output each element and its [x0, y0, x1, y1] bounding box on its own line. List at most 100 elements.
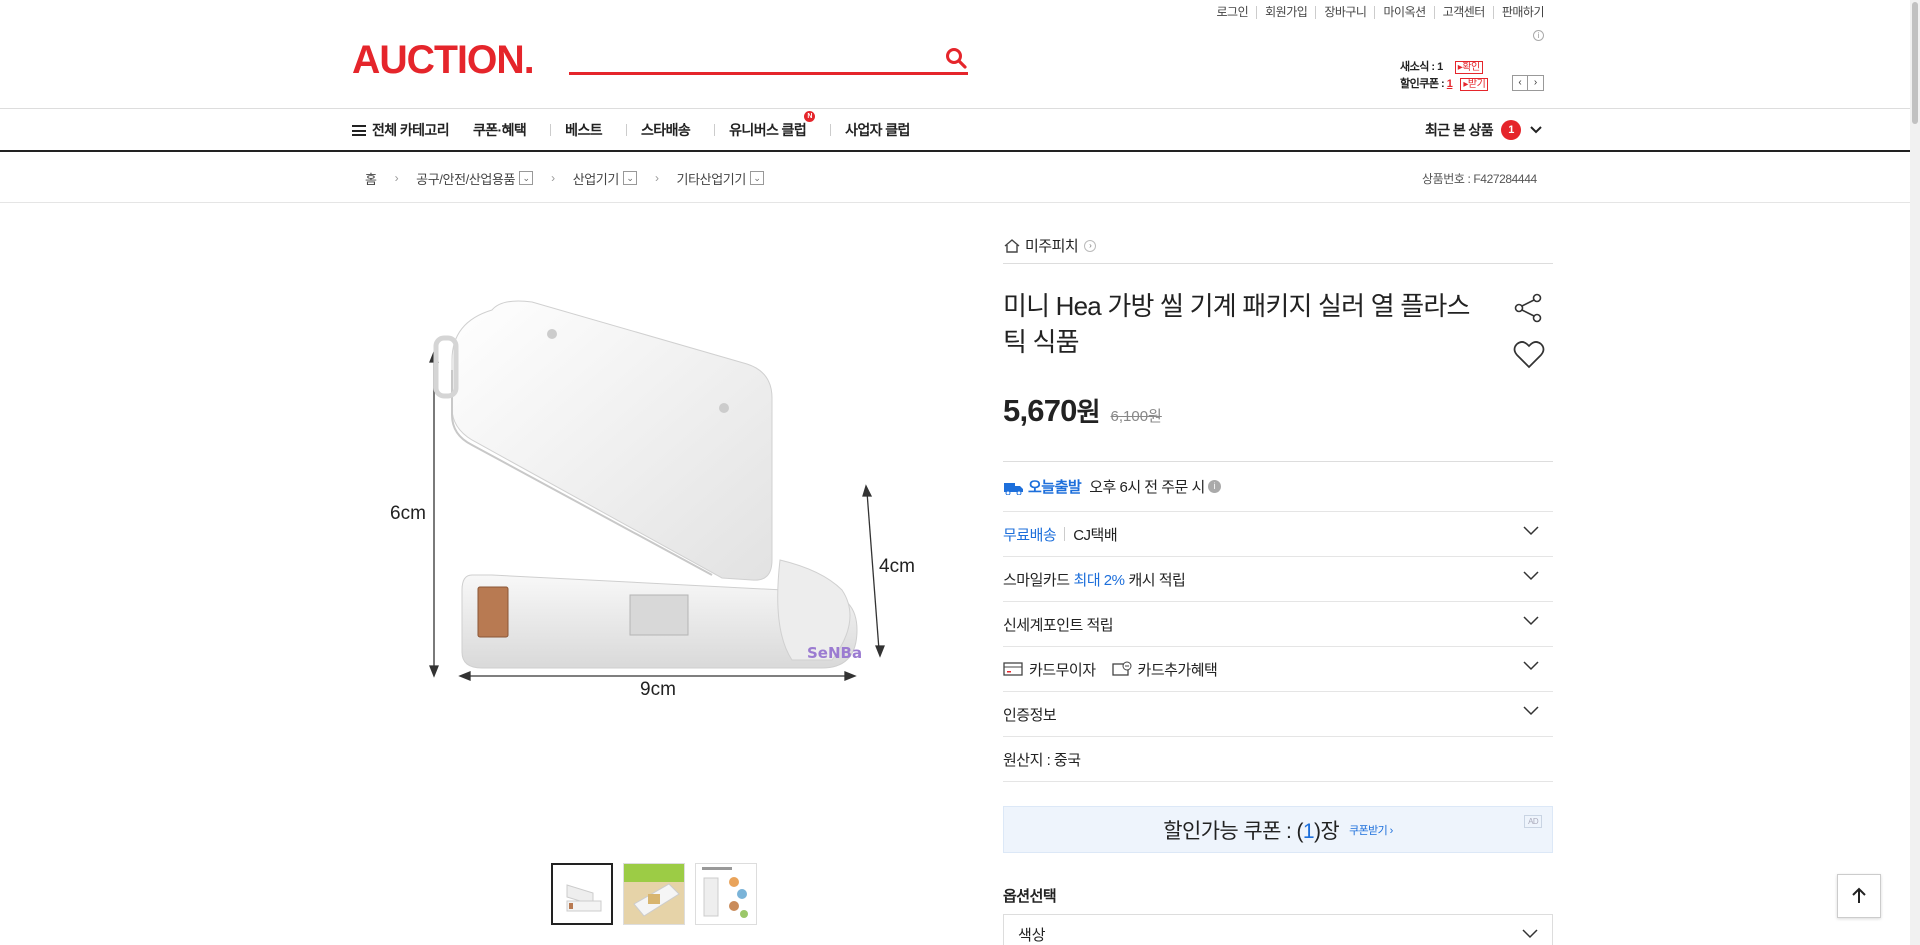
product-number: 상품번호 : F427284444	[1422, 172, 1537, 186]
dropdown-icon[interactable]: ⌄	[519, 171, 534, 185]
sale-price: 5,670	[1003, 393, 1077, 428]
heart-icon[interactable]	[1513, 340, 1545, 370]
thumbnail-1[interactable]	[551, 863, 613, 925]
smilecard-label: 스마일카드	[1003, 571, 1070, 589]
info-icon[interactable]: i	[1533, 30, 1544, 41]
fast-delivery-icon	[1004, 482, 1023, 495]
certification-label: 인증정보	[1003, 706, 1057, 724]
card-extra-label: 카드추가혜택	[1137, 661, 1218, 679]
nav-business-club[interactable]: 사업자 클럽	[845, 120, 910, 140]
width-label: 9cm	[640, 679, 676, 700]
nav-universe-club[interactable]: 유니버스 클럽 N	[729, 111, 816, 140]
product-main-image[interactable]: 6cm 4cm 9cm SeNBa	[352, 230, 952, 830]
chevron-right-icon: ›	[551, 171, 555, 185]
recent-viewed-label: 최근 본 상품	[1425, 122, 1494, 138]
nav-divider	[714, 124, 716, 136]
customer-center-link[interactable]: 고객센터	[1433, 6, 1493, 19]
ad-badge: AD	[1524, 815, 1542, 828]
dropdown-icon[interactable]: ⌄	[622, 171, 637, 185]
breadcrumb-level-2[interactable]: 산업기기	[573, 169, 620, 188]
next-arrow-icon[interactable]: ›	[1528, 75, 1544, 91]
courier-label: CJ택배	[1073, 526, 1118, 544]
height-label: 6cm	[390, 503, 426, 524]
origin-label: 원산지 : 중국	[1003, 751, 1081, 769]
nav-divider	[550, 124, 552, 136]
my-auction-link[interactable]: 마이옥션	[1374, 6, 1433, 19]
sell-link[interactable]: 판매하기	[1492, 6, 1552, 19]
smilecard-suffix: 캐시 적립	[1128, 571, 1186, 589]
coupon-label: 할인쿠폰 : 1	[1400, 78, 1453, 90]
chevron-right-icon: ›	[1084, 239, 1097, 252]
today-shipping-row: 오늘출발 오후 6시 전 주문 시 i	[1003, 462, 1553, 512]
mini-pager: ‹ ›	[1512, 75, 1544, 91]
certification-row[interactable]: 인증정보	[1003, 692, 1553, 737]
recent-viewed-button[interactable]: 최근 본 상품 1	[1425, 109, 1543, 151]
coupon-text: 할인가능 쿠폰 : (1)장	[1163, 819, 1340, 843]
breadcrumb-level-3[interactable]: 기타산업기기	[677, 169, 747, 188]
search-input[interactable]	[569, 40, 929, 70]
prev-arrow-icon[interactable]: ‹	[1512, 75, 1528, 91]
login-link[interactable]: 로그인	[1209, 6, 1257, 19]
breadcrumb: 홈 › 공구/안전/산업용품 ⌄ › 산업기기 ⌄ › 기타산업기기 ⌄	[365, 153, 764, 203]
card-icon	[1003, 662, 1023, 676]
breadcrumb-bar: 홈 › 공구/안전/산업용품 ⌄ › 산업기기 ⌄ › 기타산업기기 ⌄ 상품번…	[0, 153, 1910, 203]
page-scrollbar[interactable]	[1910, 0, 1920, 945]
auction-logo[interactable]: AUCTION.	[352, 38, 535, 83]
divider	[1064, 527, 1066, 541]
mini-notice: 새소식 : 1 ▸확인 할인쿠폰 : 1 ▸받기	[1400, 59, 1489, 93]
price-unit: 원	[1076, 397, 1101, 427]
today-shipping-label: 오늘출발	[1028, 479, 1082, 496]
scrollbar-thumb[interactable]	[1912, 2, 1918, 124]
option-title: 옵션선택	[1003, 888, 1057, 905]
breadcrumb-level-1[interactable]: 공구/안전/산업용품	[416, 169, 515, 188]
today-shipping-desc: 오후 6시 전 주문 시	[1089, 479, 1205, 496]
chevron-down-icon	[1522, 929, 1538, 939]
card-interest-free-label: 카드무이자	[1029, 661, 1096, 679]
coupon-get-button[interactable]: 쿠폰받기 ›	[1349, 822, 1393, 838]
origin-row: 원산지 : 중국	[1003, 737, 1553, 782]
scroll-top-button[interactable]	[1837, 874, 1881, 918]
arrow-up-icon	[1852, 887, 1866, 903]
coupon-receive-button[interactable]: ▸받기	[1460, 78, 1489, 91]
option-select-label: 색상	[1018, 926, 1046, 944]
free-shipping-label: 무료배송	[1003, 526, 1057, 544]
smilecard-row[interactable]: 스마일카드 최대 2% 캐시 적립	[1003, 557, 1553, 602]
news-confirm-button[interactable]: ▸확인	[1454, 61, 1483, 74]
home-icon	[1004, 238, 1020, 253]
all-category-button[interactable]: 전체 카테고리	[352, 120, 450, 140]
search-bar	[569, 40, 968, 75]
chevron-down-icon	[1523, 526, 1539, 536]
share-icon[interactable]	[1513, 292, 1545, 324]
recent-count-badge: 1	[1500, 120, 1521, 140]
watermark-text: SeNBa	[807, 644, 862, 662]
store-link[interactable]: 미주피치 ›	[1003, 228, 1553, 264]
chevron-down-icon	[1523, 571, 1539, 581]
cart-link[interactable]: 장바구니	[1315, 6, 1374, 19]
product-info-panel: 미주피치 › 미니 Hea 가방 씰 기계 패키지 실러 열 플라스틱 식품 5…	[1003, 228, 1553, 945]
info-icon[interactable]: i	[1207, 480, 1221, 493]
product-title: 미니 Hea 가방 씰 기계 패키지 실러 열 플라스틱 식품	[1003, 291, 1470, 357]
depth-label: 4cm	[879, 556, 915, 577]
nav-best[interactable]: 베스트	[565, 120, 602, 140]
thumbnail-list	[551, 863, 757, 925]
color-option-select[interactable]: 색상	[1003, 914, 1553, 945]
ssg-point-row[interactable]: 신세계포인트 적립	[1003, 602, 1553, 647]
chevron-right-icon: ›	[394, 171, 399, 185]
chevron-down-icon	[1530, 126, 1542, 134]
search-icon[interactable]	[944, 46, 968, 70]
thumbnail-3[interactable]	[695, 863, 757, 925]
coupon-banner[interactable]: 할인가능 쿠폰 : (1)장 쿠폰받기 › AD	[1003, 806, 1553, 853]
nav-star-delivery[interactable]: 스타배송	[641, 120, 691, 140]
nav-coupon-benefit[interactable]: 쿠폰·혜택	[473, 120, 527, 140]
card-benefit-row[interactable]: 카드무이자 카드추가혜택	[1003, 647, 1553, 692]
new-badge: N	[804, 111, 816, 122]
chevron-right-icon: ›	[654, 171, 659, 185]
category-nav: 전체 카테고리 쿠폰·혜택 베스트 스타배송 유니버스 클럽 N 사업자 클럽 최…	[0, 108, 1910, 152]
breadcrumb-home[interactable]: 홈	[365, 169, 377, 188]
thumbnail-2[interactable]	[623, 863, 685, 925]
utility-links: 로그인 회원가입 장바구니 마이옥션 고객센터 판매하기	[1209, 6, 1552, 19]
chevron-down-icon	[1523, 616, 1539, 626]
dropdown-icon[interactable]: ⌄	[749, 171, 764, 185]
shipping-row[interactable]: 무료배송 CJ택배	[1003, 512, 1553, 557]
signup-link[interactable]: 회원가입	[1256, 6, 1315, 19]
